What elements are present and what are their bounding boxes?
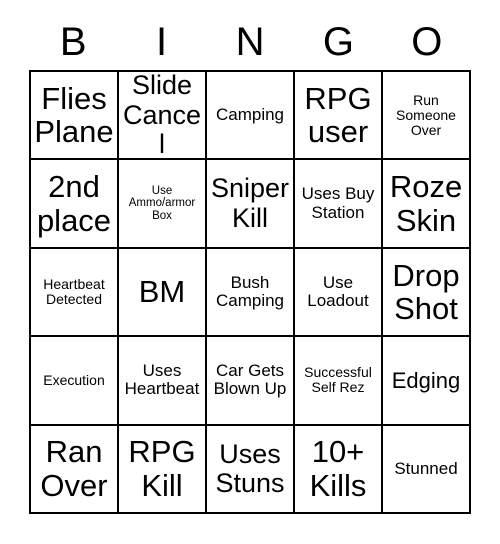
bingo-cell[interactable]: Ran Over — [31, 425, 119, 514]
bingo-cell-label: Stunned — [394, 458, 458, 478]
bingo-cell[interactable]: Heartbeat Detected — [31, 248, 119, 338]
bingo-cell-label: Successful Self Rez — [304, 364, 372, 396]
bingo-cell-label: Run Someone Over — [396, 91, 456, 138]
bingo-cell-label: Sniper Kill — [210, 173, 290, 233]
bingo-cell[interactable]: Use Ammo/armor Box — [119, 160, 207, 249]
bingo-cell[interactable]: RPG user — [295, 72, 383, 161]
bingo-cell-label: RPG Kill — [128, 434, 196, 503]
bingo-cell-label: Edging — [391, 367, 461, 393]
bingo-card: B I N G O Flies Plane Slide Cancel Campi… — [0, 0, 500, 544]
bingo-cell[interactable]: 10+ Kills — [295, 425, 383, 514]
bingo-cell-label: RPG user — [304, 80, 372, 150]
bingo-cell[interactable]: Stunned — [383, 425, 471, 514]
bingo-cell[interactable]: Execution — [31, 337, 119, 426]
header-letter-n: N — [235, 20, 265, 64]
bingo-cell[interactable]: Uses Stuns — [207, 425, 295, 514]
header-letter-g: G — [322, 20, 354, 64]
bingo-cell-label: Uses Buy Station — [301, 184, 375, 222]
bingo-header: B I N G O — [29, 14, 471, 70]
bingo-cell-label: Flies Plane — [34, 80, 114, 150]
bingo-cell-label: 2nd place — [36, 169, 112, 238]
bingo-cell-label: Roze Skin — [389, 169, 463, 238]
bingo-cell[interactable]: Roze Skin — [383, 160, 471, 249]
bingo-cell[interactable]: Slide Cancel — [119, 72, 207, 161]
bingo-cell-label: Drop Shot — [392, 257, 460, 326]
bingo-cell-label: BM — [138, 274, 186, 310]
bingo-cell[interactable]: Uses Buy Station — [295, 160, 383, 249]
bingo-cell-label: Bush Camping — [215, 272, 285, 310]
bingo-cell-label: Use Ammo/armor Box — [128, 184, 196, 222]
bingo-cell[interactable]: Car Gets Blown Up — [207, 337, 295, 426]
bingo-cell[interactable]: BM — [119, 248, 207, 338]
bingo-cell-label: Use Loadout — [307, 272, 369, 310]
bingo-cell[interactable]: Edging — [383, 337, 471, 426]
bingo-cell[interactable]: Uses Heartbeat — [119, 337, 207, 426]
bingo-cell[interactable]: Successful Self Rez — [295, 337, 383, 426]
bingo-cell[interactable]: Use Loadout — [295, 248, 383, 338]
bingo-cell[interactable]: Camping — [207, 72, 295, 161]
bingo-cell-label: Slide Cancel — [122, 72, 202, 159]
bingo-cell-label: Execution — [43, 371, 105, 388]
bingo-cell-label: 10+ Kills — [309, 434, 367, 503]
bingo-cell[interactable]: Bush Camping — [207, 248, 295, 338]
bingo-cell[interactable]: Flies Plane — [31, 72, 119, 161]
bingo-cell[interactable]: 2nd place — [31, 160, 119, 249]
bingo-cell[interactable]: Sniper Kill — [207, 160, 295, 249]
bingo-cell[interactable]: Drop Shot — [383, 248, 471, 338]
header-letter-o: O — [411, 20, 443, 64]
bingo-cell-label: Uses Heartbeat — [124, 361, 200, 399]
bingo-cell-label: Camping — [215, 105, 285, 125]
bingo-cell-label: Car Gets Blown Up — [213, 361, 287, 399]
bingo-cell[interactable]: Run Someone Over — [383, 72, 471, 161]
header-letter-b: B — [59, 20, 87, 64]
bingo-cell-label: Uses Stuns — [215, 438, 285, 498]
bingo-grid: Flies Plane Slide Cancel Camping RPG use… — [29, 70, 471, 514]
bingo-cell-label: Heartbeat Detected — [43, 275, 105, 307]
bingo-cell-label: Ran Over — [40, 434, 108, 503]
header-letter-i: I — [156, 20, 168, 64]
bingo-cell[interactable]: RPG Kill — [119, 425, 207, 514]
